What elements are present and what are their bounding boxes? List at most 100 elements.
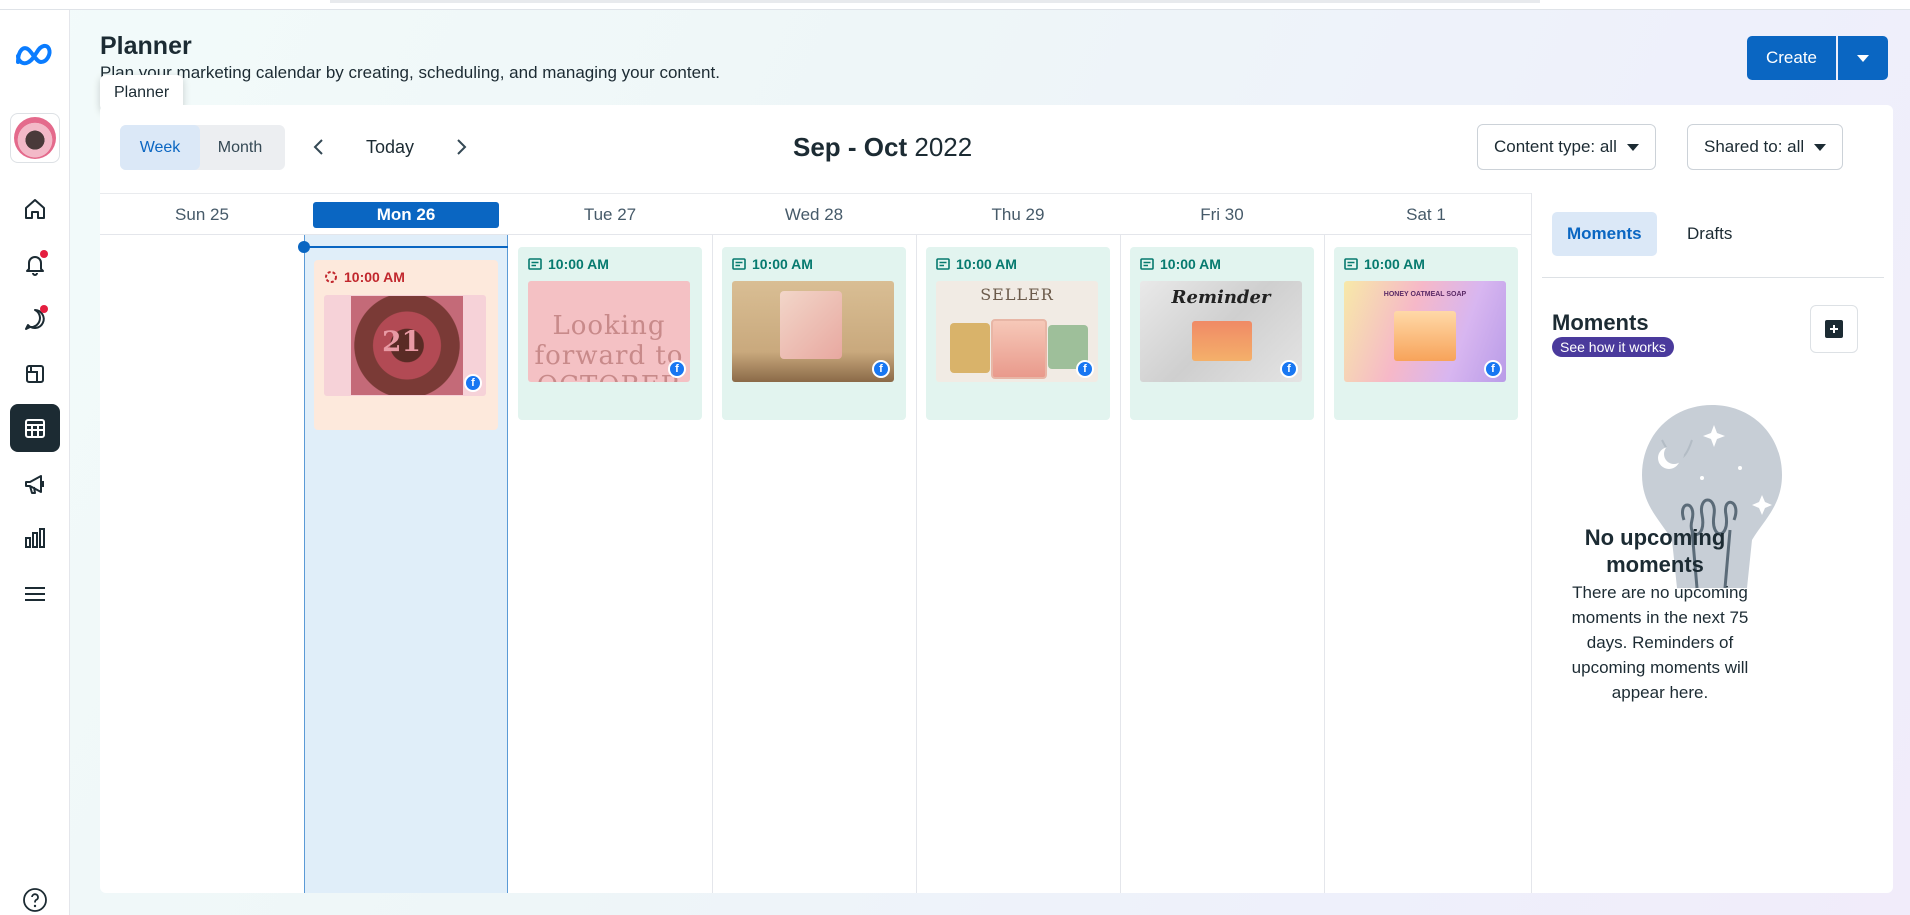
post-time-label: 10:00 AM: [752, 256, 813, 272]
chat-icon[interactable]: [10, 295, 60, 343]
post-time: 10:00 AM: [936, 256, 1017, 272]
see-how-it-works-link[interactable]: See how it works: [1552, 337, 1674, 357]
post-card[interactable]: 10:00 AM SELLER f: [926, 247, 1110, 420]
add-moment-button[interactable]: [1810, 305, 1858, 353]
empty-state-title: No upcoming moments: [1584, 525, 1726, 577]
caret-down-icon: [1626, 143, 1639, 151]
create-dropdown-button[interactable]: [1838, 36, 1888, 80]
caret-down-icon: [1857, 54, 1869, 62]
post-time-label: 10:00 AM: [1160, 256, 1221, 272]
left-nav: [0, 10, 70, 915]
post-thumbnail: Looking forward to OCTOBER f: [528, 281, 690, 382]
planner-icon[interactable]: [10, 404, 60, 452]
thumbnail-text: Reminder: [1171, 287, 1271, 308]
post-thumbnail: 21 f: [324, 295, 486, 396]
day-headers: Sun 25 Mon 26 Tue 27 Wed 28 Thu 29 Fri 3…: [100, 193, 1531, 235]
day-header-fri: Fri 30: [1200, 205, 1244, 224]
facebook-icon: f: [1280, 360, 1298, 378]
page-title: Planner: [100, 32, 192, 60]
thumbnail-text: SELLER: [980, 285, 1054, 304]
post-time-label: 10:00 AM: [548, 256, 609, 272]
insights-icon[interactable]: [10, 514, 60, 562]
message-dot: [40, 305, 48, 313]
content-type-filter[interactable]: Content type: all: [1477, 124, 1656, 170]
chevron-right-icon: [457, 139, 467, 155]
post-card[interactable]: 10:00 AM Reminder f: [1130, 247, 1314, 420]
post-type-icon: [1344, 258, 1358, 270]
post-time: 10:00 AM: [732, 256, 813, 272]
shared-to-filter[interactable]: Shared to: all: [1687, 124, 1844, 170]
post-thumbnail: Reminder f: [1140, 281, 1302, 382]
column-divider: [1324, 235, 1325, 893]
post-time-label: 10:00 AM: [344, 269, 405, 285]
shared-to-label: Shared to: all: [1704, 137, 1805, 156]
day-header-sat: Sat 1: [1406, 205, 1446, 224]
today-button[interactable]: Today: [366, 137, 414, 158]
megaphone-icon[interactable]: [10, 460, 60, 508]
post-time-label: 10:00 AM: [1364, 256, 1425, 272]
day-header-sun: Sun 25: [175, 205, 229, 224]
post-type-icon: [936, 258, 950, 270]
post-type-icon: [528, 258, 542, 270]
draft-status-icon: [325, 271, 337, 283]
post-type-icon: [732, 258, 746, 270]
post-card[interactable]: 10:00 AM f: [722, 247, 906, 420]
moments-title: Moments: [1552, 310, 1649, 335]
facebook-icon: f: [464, 374, 482, 392]
facebook-icon: f: [872, 360, 890, 378]
thumbnail-text: Looking forward to OCTOBER: [534, 311, 684, 382]
add-calendar-icon: [1825, 320, 1843, 338]
thumbnail-product: [780, 291, 842, 359]
month-view-button[interactable]: Month: [200, 125, 280, 170]
home-icon[interactable]: [10, 185, 60, 233]
post-time: 10:00 AM: [324, 269, 405, 285]
bell-icon[interactable]: [10, 240, 60, 288]
address-strip: [330, 0, 1540, 3]
thumbnail-text: HONEY OATMEAL SOAP: [1383, 291, 1467, 298]
post-card[interactable]: 10:00 AM HONEY OATMEAL SOAP f: [1334, 247, 1518, 420]
empty-state-text: There are no upcoming moments in the nex…: [1571, 583, 1749, 702]
date-range-months: Sep - Oct: [793, 132, 908, 162]
create-button[interactable]: Create: [1747, 36, 1836, 80]
thumbnail-text: 21: [382, 325, 421, 358]
post-card[interactable]: 10:00 AM Looking forward to OCTOBER f: [518, 247, 702, 420]
help-icon[interactable]: [22, 887, 48, 913]
thumbnail-product: [991, 319, 1047, 379]
post-time-label: 10:00 AM: [956, 256, 1017, 272]
facebook-icon: f: [1484, 360, 1502, 378]
thumbnail-product: [1394, 311, 1456, 361]
next-week-button[interactable]: [443, 129, 479, 165]
previous-week-button[interactable]: [301, 129, 337, 165]
column-divider: [916, 235, 917, 893]
week-view-button[interactable]: Week: [120, 125, 200, 170]
post-type-icon: [1140, 258, 1154, 270]
browser-top-strip: [0, 0, 1910, 10]
menu-icon[interactable]: [10, 570, 60, 618]
page-subtitle: Plan your marketing calendar by creating…: [100, 63, 720, 82]
content-type-label: Content type: all: [1494, 137, 1617, 156]
create-button-group: Create: [1747, 36, 1888, 80]
post-thumbnail: SELLER f: [936, 281, 1098, 382]
post-thumbnail: f: [732, 281, 894, 382]
thumbnail-product: [950, 323, 990, 373]
page-avatar[interactable]: [10, 113, 60, 163]
posts-icon[interactable]: [10, 350, 60, 398]
thumbnail-product: [1192, 321, 1252, 361]
facebook-icon: f: [1076, 360, 1094, 378]
meta-logo-icon[interactable]: [14, 42, 56, 66]
notification-dot: [40, 250, 48, 258]
day-header-tue: Tue 27: [583, 205, 637, 224]
column-divider: [1120, 235, 1121, 893]
column-divider: [712, 235, 713, 893]
post-time: 10:00 AM: [1140, 256, 1221, 272]
current-time-dot: [298, 241, 310, 253]
post-card-draft[interactable]: 10:00 AM 21 f: [314, 260, 498, 430]
facebook-icon: f: [668, 360, 686, 378]
avatar-image: [14, 117, 56, 159]
day-header-wed: Wed 28: [784, 205, 844, 224]
post-time: 10:00 AM: [528, 256, 609, 272]
date-range-year: 2022: [914, 132, 973, 162]
current-time-line: [304, 246, 508, 248]
today-day-label: Mon 26: [313, 202, 499, 228]
date-range-title: Sep - Oct 2022: [793, 132, 972, 163]
